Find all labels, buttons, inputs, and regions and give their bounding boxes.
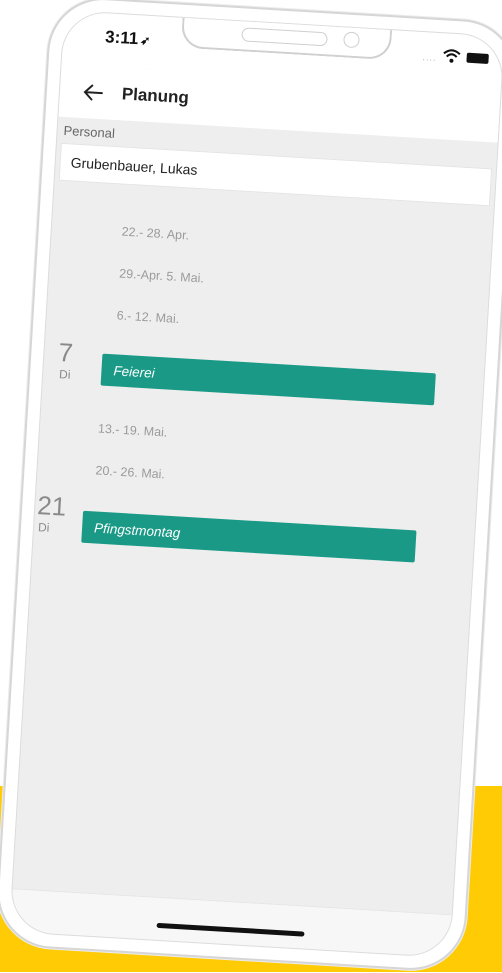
status-time: 3:11➶ xyxy=(105,27,151,50)
week-label: 29.-Apr. 5. Mai. xyxy=(118,266,205,286)
week-label: 6.- 12. Mai. xyxy=(116,308,180,327)
event-weekday: Di xyxy=(37,520,50,535)
signal-dots: .... xyxy=(422,52,437,63)
event-day-number: 7 xyxy=(57,337,74,368)
event-item[interactable]: Pfingstmontag xyxy=(81,510,417,563)
wifi-icon xyxy=(443,49,461,63)
event-title: Pfingstmontag xyxy=(93,519,181,541)
event-title: Feierei xyxy=(113,362,156,381)
week-label: 22.- 28. Apr. xyxy=(121,224,190,243)
app-screen: 3:11➶ .... Planung Personal Grubenbauer,… xyxy=(8,9,502,959)
event-item[interactable]: Feierei xyxy=(100,353,436,406)
front-camera xyxy=(343,31,360,49)
battery-icon xyxy=(466,52,489,64)
page-title: Planung xyxy=(121,84,190,108)
personal-select-value: Grubenbauer, Lukas xyxy=(70,154,198,178)
phone-mockup: 3:11➶ .... Planung Personal Grubenbauer,… xyxy=(0,0,502,973)
event-weekday: Di xyxy=(58,367,71,382)
speaker-grille xyxy=(241,27,328,47)
home-indicator[interactable] xyxy=(156,922,305,937)
location-arrow-icon: ➶ xyxy=(139,33,151,48)
arrow-left-icon[interactable] xyxy=(81,81,104,104)
event-day-number: 21 xyxy=(36,490,68,522)
personal-select-field[interactable]: Grubenbauer, Lukas xyxy=(58,142,493,207)
week-label: 13.- 19. Mai. xyxy=(97,421,168,440)
status-time-text: 3:11 xyxy=(104,27,139,49)
personal-label: Personal xyxy=(63,122,116,141)
week-label: 20.- 26. Mai. xyxy=(95,463,166,482)
